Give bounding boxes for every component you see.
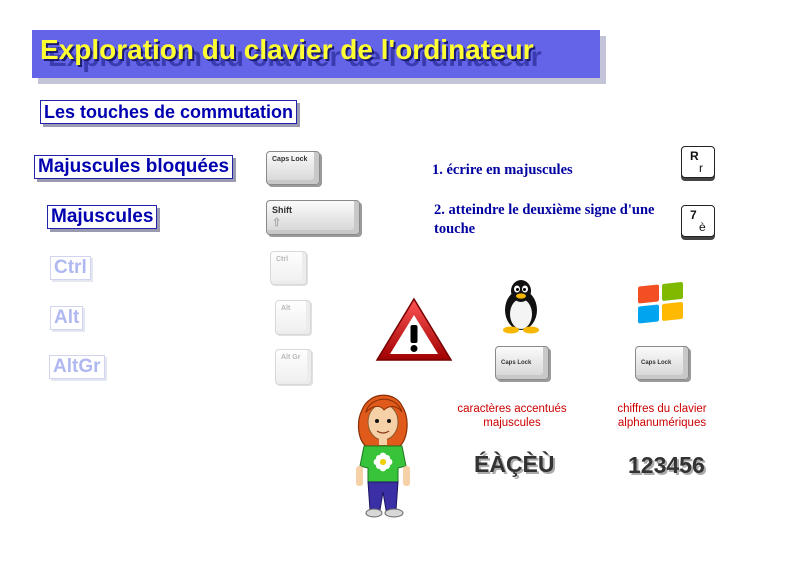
sample-digits: 123456 [628,452,705,478]
key-altgr[interactable]: Alt Gr [275,349,312,385]
key-altgr-label: Alt Gr [281,354,301,361]
key-ctrl-label: Ctrl [276,256,289,263]
label-ctrl: Ctrl [50,256,91,280]
label-shift: Majuscules [47,205,158,229]
key-caps-lock[interactable]: Caps Lock [266,151,320,185]
section-heading: Les touches de commutation [40,100,298,124]
key-shift-label: Shift [272,205,292,215]
caption-windows: chiffres du clavier alphanumériques [617,403,707,429]
key-r-lower: r [699,161,703,175]
key-caps-lock-linux[interactable]: Caps Lock [495,346,549,380]
key-7-upper: 7 [690,208,697,222]
girl-character-illustration [356,394,410,518]
key-alt[interactable]: Alt [275,300,311,335]
key-7[interactable]: 7 è [681,205,715,237]
windows-logo-icon [638,282,683,324]
key-7-lower: è [699,220,706,234]
instruction-2: 2. atteindre le deuxième signe d'une tou… [434,202,655,237]
key-ctrl[interactable]: Ctrl [270,251,307,285]
key-r[interactable]: R r [681,146,715,178]
shift-arrow-icon: ⇧ [272,217,282,229]
key-caps-lock-windows[interactable]: Caps Lock [635,346,689,380]
page-title: Exploration du clavier de l'ordinateur [40,34,534,65]
key-caps-lock-linux-label: Caps Lock [501,360,532,366]
label-alt: Alt [50,306,84,330]
exclamation-warning-icon [375,297,453,361]
instruction-1: 1. écrire en majuscules [432,162,573,178]
sample-accented: ÉÀÇÈÙ [474,451,555,477]
caption-linux: caractères accentués majuscules [457,403,567,429]
label-caps-lock: Majuscules bloquées [34,155,234,179]
key-shift[interactable]: Shift ⇧ [266,200,360,235]
key-alt-label: Alt [281,305,291,312]
label-altgr: AltGr [49,355,105,379]
linux-penguin-icon [503,280,539,334]
key-caps-lock-windows-label: Caps Lock [641,360,672,366]
key-r-upper: R [690,149,699,163]
key-caps-lock-label: Caps Lock [272,156,308,163]
